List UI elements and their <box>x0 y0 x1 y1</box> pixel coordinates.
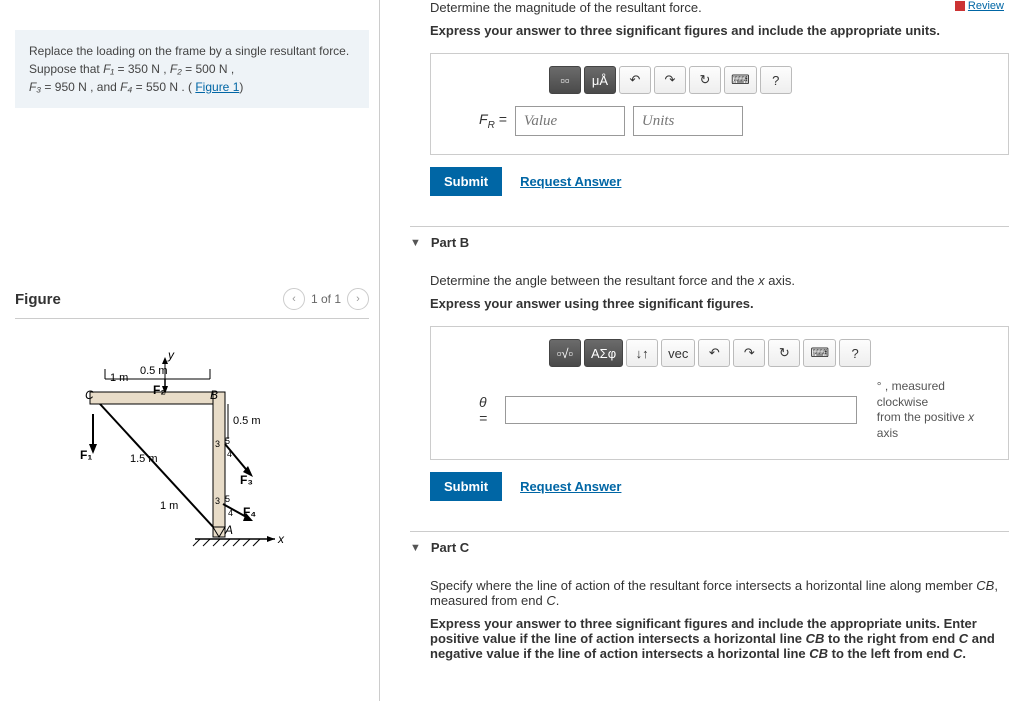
part-a-toolbar: ▫▫ μÅ ↶ ↷ ↻ ⌨ ? <box>549 66 990 94</box>
request-answer-link[interactable]: Request Answer <box>520 479 621 494</box>
svg-text:C: C <box>85 388 94 402</box>
keyboard-icon[interactable]: ⌨ <box>803 339 836 367</box>
svg-text:1 m: 1 m <box>110 372 128 384</box>
fr-label: FR = <box>479 111 507 131</box>
theta-hint: ° , measured clockwisefrom the positive … <box>877 379 990 441</box>
svg-text:1 m: 1 m <box>160 500 178 512</box>
theta-label: θ = <box>479 394 497 426</box>
part-b-instruction: Express your answer using three signific… <box>430 296 1009 311</box>
svg-text:4: 4 <box>227 449 232 459</box>
part-b-answer-box: ▫√▫ ΑΣφ ↓↑ vec ↶ ↷ ↻ ⌨ ? θ = ° , measure… <box>430 326 1009 460</box>
right-panel: Review Determine the magnitude of the re… <box>380 0 1024 701</box>
reset-icon[interactable]: ↻ <box>689 66 721 94</box>
units-input[interactable] <box>633 106 743 136</box>
svg-text:5: 5 <box>225 494 230 504</box>
reset-icon[interactable]: ↻ <box>768 339 800 367</box>
part-a-section: Determine the magnitude of the resultant… <box>410 0 1009 206</box>
template-button[interactable]: ▫√▫ <box>549 339 581 367</box>
part-a-answer-box: ▫▫ μÅ ↶ ↷ ↻ ⌨ ? FR = <box>430 53 1009 155</box>
svg-text:3: 3 <box>215 496 220 506</box>
part-b-input-row: θ = ° , measured clockwisefrom the posit… <box>479 379 990 441</box>
vec-button[interactable]: vec <box>661 339 695 367</box>
theta-input[interactable] <box>505 396 857 424</box>
part-c-header[interactable]: ▼ Part C <box>410 531 1009 563</box>
redo-icon[interactable]: ↷ <box>733 339 765 367</box>
undo-icon[interactable]: ↶ <box>698 339 730 367</box>
problem-statement: Replace the loading on the frame by a si… <box>15 30 369 108</box>
value-input[interactable] <box>515 106 625 136</box>
svg-text:F₃: F₃ <box>240 473 253 487</box>
keyboard-icon[interactable]: ⌨ <box>724 66 757 94</box>
part-a-submit-row: Submit Request Answer <box>430 167 1009 196</box>
part-c-section: Specify where the line of action of the … <box>410 578 1009 686</box>
frame-diagram: y 0.5 m 1 m C F₂ B 0.5 m F₁ <box>45 344 295 564</box>
figure-title: Figure <box>15 291 61 308</box>
svg-text:F₁: F₁ <box>80 448 92 462</box>
part-c-instruction: Express your answer to three significant… <box>430 616 1009 661</box>
part-c-title: Part C <box>431 540 469 555</box>
svg-text:y: y <box>167 348 175 362</box>
review-link[interactable]: Review <box>955 0 1004 12</box>
figure-header: Figure ‹ 1 of 1 › <box>15 288 369 319</box>
part-b-toolbar: ▫√▫ ΑΣφ ↓↑ vec ↶ ↷ ↻ ⌨ ? <box>549 339 990 367</box>
figure-prev-button[interactable]: ‹ <box>283 288 305 310</box>
svg-text:1.5 m: 1.5 m <box>130 453 158 465</box>
redo-icon[interactable]: ↷ <box>654 66 686 94</box>
svg-text:0.5 m: 0.5 m <box>140 365 168 377</box>
part-a-instruction: Express your answer to three significant… <box>430 23 1009 38</box>
chevron-down-icon: ▼ <box>410 542 421 554</box>
part-c-question: Specify where the line of action of the … <box>430 578 1009 608</box>
part-b-header[interactable]: ▼ Part B <box>410 226 1009 258</box>
svg-text:5: 5 <box>225 436 230 446</box>
figure-link[interactable]: Figure 1 <box>195 80 239 94</box>
figure-nav: ‹ 1 of 1 › <box>283 288 369 310</box>
template-button[interactable]: ▫▫ <box>549 66 581 94</box>
arrows-icon[interactable]: ↓↑ <box>626 339 658 367</box>
help-button[interactable]: ? <box>760 66 792 94</box>
part-b-section: Determine the angle between the resultan… <box>410 273 1009 511</box>
svg-text:F₄: F₄ <box>243 505 256 519</box>
left-panel: Replace the loading on the frame by a si… <box>0 0 380 701</box>
flag-icon <box>955 1 965 11</box>
svg-text:A: A <box>224 523 233 537</box>
svg-text:x: x <box>277 532 285 546</box>
part-b-question: Determine the angle between the resultan… <box>430 273 1009 288</box>
submit-button[interactable]: Submit <box>430 472 502 501</box>
request-answer-link[interactable]: Request Answer <box>520 174 621 189</box>
svg-text:B: B <box>210 388 218 402</box>
greek-button[interactable]: ΑΣφ <box>584 339 623 367</box>
submit-button[interactable]: Submit <box>430 167 502 196</box>
chevron-down-icon: ▼ <box>410 237 421 249</box>
svg-text:4: 4 <box>228 508 233 518</box>
undo-icon[interactable]: ↶ <box>619 66 651 94</box>
svg-text:0.5 m: 0.5 m <box>233 415 261 427</box>
part-a-input-row: FR = <box>479 106 990 136</box>
units-button[interactable]: μÅ <box>584 66 616 94</box>
part-b-submit-row: Submit Request Answer <box>430 472 1009 501</box>
part-a-question: Determine the magnitude of the resultant… <box>430 0 1009 15</box>
figure-counter: 1 of 1 <box>311 292 341 306</box>
part-b-title: Part B <box>431 235 469 250</box>
svg-text:3: 3 <box>215 439 220 449</box>
figure-next-button[interactable]: › <box>347 288 369 310</box>
help-button[interactable]: ? <box>839 339 871 367</box>
